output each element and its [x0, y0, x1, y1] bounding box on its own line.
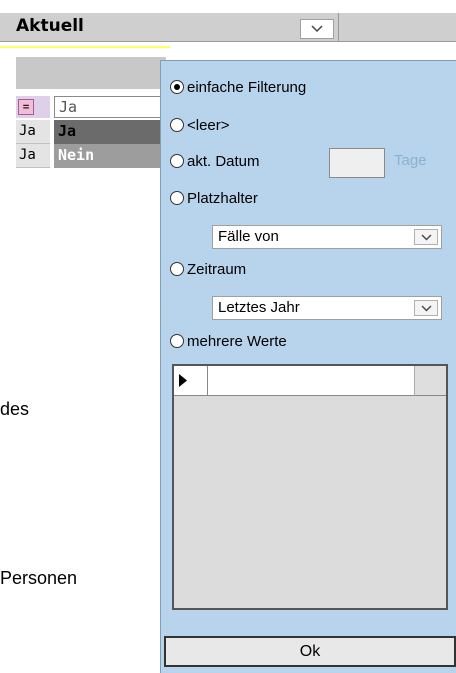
period-select[interactable]: Letztes Jahr: [212, 296, 442, 320]
chevron-down-icon: [421, 305, 432, 312]
dropdown-button[interactable]: [414, 300, 438, 316]
radio-button[interactable]: [170, 191, 184, 205]
radio-button[interactable]: [170, 118, 184, 132]
radio-button[interactable]: [170, 334, 184, 348]
days-label: Tage: [394, 152, 427, 169]
days-input[interactable]: [329, 148, 385, 178]
option-current-date[interactable]: akt. Datum: [170, 150, 260, 172]
select-value: Letztes Jahr: [218, 299, 300, 316]
row-selector[interactable]: [174, 366, 208, 396]
column-filter-dropdown-button[interactable]: [300, 19, 334, 39]
dropdown-button[interactable]: [414, 229, 438, 245]
option-label: Zeitraum: [187, 260, 247, 278]
option-multiple-values[interactable]: mehrere Werte: [170, 330, 287, 352]
chevron-down-icon: [421, 234, 432, 241]
row-label[interactable]: Ja: [16, 120, 50, 144]
background-text: Personen: [0, 568, 78, 588]
option-label: <leer>: [187, 116, 230, 134]
option-placeholder[interactable]: Platzhalter: [170, 187, 258, 209]
row-value-selected[interactable]: Ja: [54, 120, 166, 144]
option-label: einfache Filterung: [187, 78, 307, 96]
header-marker-line: [0, 46, 170, 48]
select-value: Fälle von: [218, 228, 279, 245]
chevron-down-icon: [311, 25, 323, 33]
header-separator: [338, 13, 339, 41]
radio-button[interactable]: [170, 154, 184, 168]
background-text: des: [0, 399, 30, 419]
option-label: akt. Datum: [187, 152, 260, 170]
row-label[interactable]: Ja: [16, 144, 50, 168]
column-title: Aktuell: [16, 16, 84, 36]
option-empty[interactable]: <leer>: [170, 114, 230, 136]
triangle-right-icon: [179, 374, 187, 387]
multiple-values-grid[interactable]: [172, 364, 448, 610]
option-label: Platzhalter: [187, 189, 258, 207]
placeholder-select[interactable]: Fälle von: [212, 225, 442, 249]
option-period[interactable]: Zeitraum: [170, 258, 246, 280]
filter-bar: [16, 57, 166, 89]
option-label: mehrere Werte: [187, 332, 287, 350]
filter-operator[interactable]: =: [18, 99, 34, 115]
filter-value-input[interactable]: Ja: [54, 96, 166, 118]
row-value[interactable]: Nein: [54, 144, 166, 168]
radio-button[interactable]: [170, 262, 184, 276]
radio-button-checked[interactable]: [170, 80, 184, 94]
option-simple-filter[interactable]: einfache Filterung: [170, 76, 306, 98]
value-cell-input[interactable]: [208, 366, 414, 396]
ok-button[interactable]: Ok: [164, 636, 456, 667]
value-cell-secondary[interactable]: [414, 366, 446, 396]
